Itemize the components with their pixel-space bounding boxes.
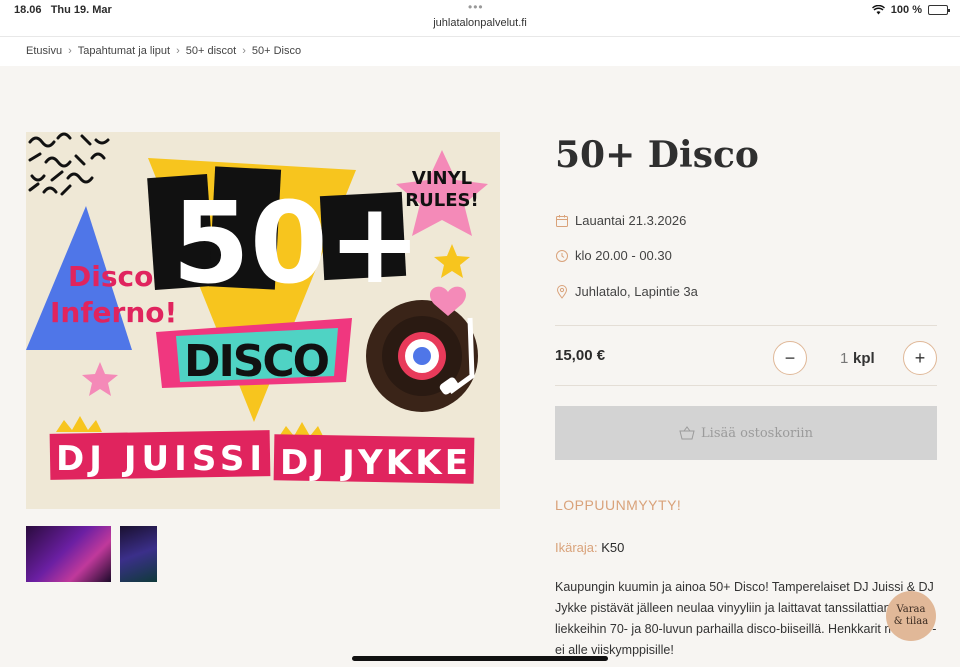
event-date: Lauantai 21.3.2026	[575, 213, 687, 228]
calendar-icon	[556, 214, 568, 227]
quantity-value[interactable]: 1	[840, 350, 848, 367]
gallery-thumbnail-2[interactable]	[120, 526, 157, 582]
event-location-row: Juhlatalo, Lapintie 3a	[555, 284, 698, 299]
quantity-increase-button[interactable]: +	[903, 341, 937, 375]
poster-dj2: DJ JYKKE	[280, 443, 468, 483]
fab-line2: & tilaa	[893, 616, 929, 627]
breadcrumb: Etusivu › Tapahtumat ja liput › 50+ disc…	[26, 45, 301, 57]
add-to-cart-label: Lisää ostoskoriin	[701, 425, 813, 441]
event-poster-image[interactable]: 50+ DISCO VINYL RULES! Disco Inferno! DJ…	[26, 132, 500, 509]
address-bar-url[interactable]: juhlatalonpalvelut.fi	[0, 17, 960, 29]
poster-artwork: 50+ DISCO VINYL RULES! Disco Inferno! DJ…	[26, 132, 500, 509]
poster-vinyl-line1: VINYL	[412, 168, 472, 189]
pin-icon	[556, 284, 568, 299]
event-time: klo 20.00 - 00.30	[575, 248, 672, 263]
age-limit: Ikäraja: K50	[555, 540, 624, 555]
book-and-order-button[interactable]: Varaa & tilaa	[886, 591, 936, 641]
age-limit-value: K50	[601, 540, 625, 555]
quantity-decrease-button[interactable]: −	[773, 341, 807, 375]
sold-out-notice: LOPPUUNMYYTY!	[555, 497, 682, 513]
divider	[555, 385, 937, 386]
quantity-unit: kpl	[853, 350, 875, 367]
browser-status-bar: 18.06 Thu 19. Mar ••• juhlatalonpalvelut…	[0, 0, 960, 36]
breadcrumb-separator: ›	[176, 45, 180, 57]
breadcrumb-bar: Etusivu › Tapahtumat ja liput › 50+ disc…	[0, 36, 960, 66]
status-indicators: 100 %	[871, 4, 950, 16]
more-dots-icon[interactable]: •••	[468, 0, 484, 14]
poster-vinyl-line2: RULES!	[405, 190, 478, 211]
poster-disco-text: DISCO	[184, 336, 330, 387]
status-time: 18.06 Thu 19. Mar	[14, 4, 112, 16]
breadcrumb-current: 50+ Disco	[251, 45, 302, 57]
product-description: Kaupungin kuumin ja ainoa 50+ Disco! Tam…	[555, 580, 937, 657]
product-title: 50+ Disco	[555, 134, 759, 176]
breadcrumb-events[interactable]: Tapahtumat ja liput	[78, 45, 170, 57]
fab-line1: Varaa	[896, 604, 926, 615]
clock-icon	[556, 249, 568, 262]
breadcrumb-home[interactable]: Etusivu	[26, 45, 62, 57]
breadcrumb-separator: ›	[242, 45, 246, 57]
poster-inferno-line2: Inferno!	[50, 296, 177, 329]
event-time-row: klo 20.00 - 00.30	[555, 248, 672, 263]
home-indicator[interactable]	[352, 656, 608, 661]
age-limit-label: Ikäraja:	[555, 540, 598, 555]
poster-inferno-line1: Disco	[68, 260, 153, 293]
battery-icon	[928, 5, 950, 15]
poster-50-plus: 50+	[172, 179, 422, 309]
product-price: 15,00 €	[555, 347, 606, 364]
gallery-thumbnail-1[interactable]	[26, 526, 111, 582]
breadcrumb-discos[interactable]: 50+ discot	[186, 45, 236, 57]
event-location: Juhlatalo, Lapintie 3a	[575, 284, 698, 299]
basket-icon	[679, 426, 695, 440]
event-date-row: Lauantai 21.3.2026	[555, 213, 686, 228]
add-to-cart-button[interactable]: Lisää ostoskoriin	[555, 406, 937, 460]
battery-percent: 100 %	[890, 4, 922, 16]
wifi-icon	[871, 5, 885, 15]
breadcrumb-separator: ›	[68, 45, 72, 57]
divider	[555, 325, 937, 326]
